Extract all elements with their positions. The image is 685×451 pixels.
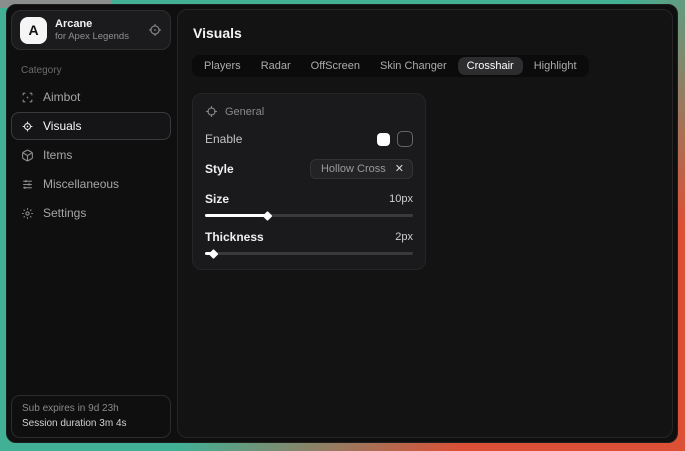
clear-icon[interactable]: ✕ [395, 164, 404, 175]
keybind-box[interactable] [397, 131, 413, 147]
tab-radar[interactable]: Radar [252, 57, 300, 75]
card-header: General [205, 105, 413, 118]
tab-strip: Players Radar OffScreen Skin Changer Cro… [192, 55, 589, 77]
tab-skin-changer[interactable]: Skin Changer [371, 57, 456, 75]
sliders-icon [21, 178, 34, 191]
enable-row: Enable [205, 131, 413, 147]
thickness-label: Thickness [205, 230, 264, 244]
style-label: Style [205, 162, 234, 176]
sidebar-item-label: Settings [43, 206, 86, 220]
thickness-slider[interactable] [205, 252, 413, 255]
section-title: General [225, 106, 264, 118]
sidebar-item-label: Items [43, 148, 72, 162]
brand-card: A Arcane for Apex Legends [11, 10, 171, 50]
size-slider[interactable] [205, 214, 413, 217]
size-slider-thumb[interactable] [263, 211, 273, 221]
page-title: Visuals [193, 25, 658, 41]
size-label: Size [205, 192, 229, 206]
session-duration-text: Session duration 3m 4s [22, 418, 160, 429]
tab-offscreen[interactable]: OffScreen [302, 57, 369, 75]
crosshair-icon [205, 105, 218, 118]
tab-crosshair[interactable]: Crosshair [458, 57, 523, 75]
tab-players[interactable]: Players [195, 57, 250, 75]
style-select[interactable]: Hollow Cross ✕ [310, 159, 413, 179]
sidebar-item-miscellaneous[interactable]: Miscellaneous [11, 170, 171, 198]
style-selected-value: Hollow Cross [321, 163, 386, 175]
sidebar: A Arcane for Apex Legends Category [7, 5, 175, 442]
subscription-info-box: Sub expires in 9d 23h Session duration 3… [11, 395, 171, 438]
crosshair-frame-icon [21, 91, 34, 104]
tab-highlight[interactable]: Highlight [525, 57, 586, 75]
sidebar-item-items[interactable]: Items [11, 141, 171, 169]
category-label: Category [21, 65, 171, 76]
sidebar-nav: Aimbot Visuals [11, 83, 171, 227]
sidebar-item-settings[interactable]: Settings [11, 199, 171, 227]
thickness-value: 2px [395, 231, 413, 243]
thickness-slider-thumb[interactable] [209, 249, 219, 259]
sidebar-item-aimbot[interactable]: Aimbot [11, 83, 171, 111]
brand-subtitle: for Apex Legends [55, 32, 140, 42]
size-setting: Size 10px [205, 192, 413, 217]
sidebar-item-label: Miscellaneous [43, 177, 119, 191]
enable-label: Enable [205, 132, 242, 146]
brand-text: Arcane for Apex Legends [55, 19, 140, 42]
style-row: Style Hollow Cross ✕ [205, 159, 413, 179]
sub-expires-text: Sub expires in 9d 23h [22, 403, 160, 414]
brand-name: Arcane [55, 19, 140, 30]
size-value: 10px [389, 193, 413, 205]
sidebar-item-label: Visuals [43, 119, 81, 133]
enable-controls [377, 131, 413, 147]
sidebar-item-label: Aimbot [43, 90, 80, 104]
gear-icon [21, 207, 34, 220]
target-icon[interactable] [148, 23, 162, 37]
main-panel: Visuals Players Radar OffScreen Skin Cha… [177, 9, 673, 438]
general-settings-card: General Enable Style Hollow Cross ✕ Size [192, 93, 426, 270]
size-slider-fill [205, 214, 267, 217]
enable-checkbox[interactable] [377, 133, 390, 146]
thickness-slider-fill [205, 252, 213, 255]
package-icon [21, 149, 34, 162]
sidebar-item-visuals[interactable]: Visuals [11, 112, 171, 140]
app-window: A Arcane for Apex Legends Category [6, 4, 678, 443]
thickness-setting: Thickness 2px [205, 230, 413, 255]
scan-eye-icon [21, 120, 34, 133]
brand-logo: A [20, 17, 47, 44]
